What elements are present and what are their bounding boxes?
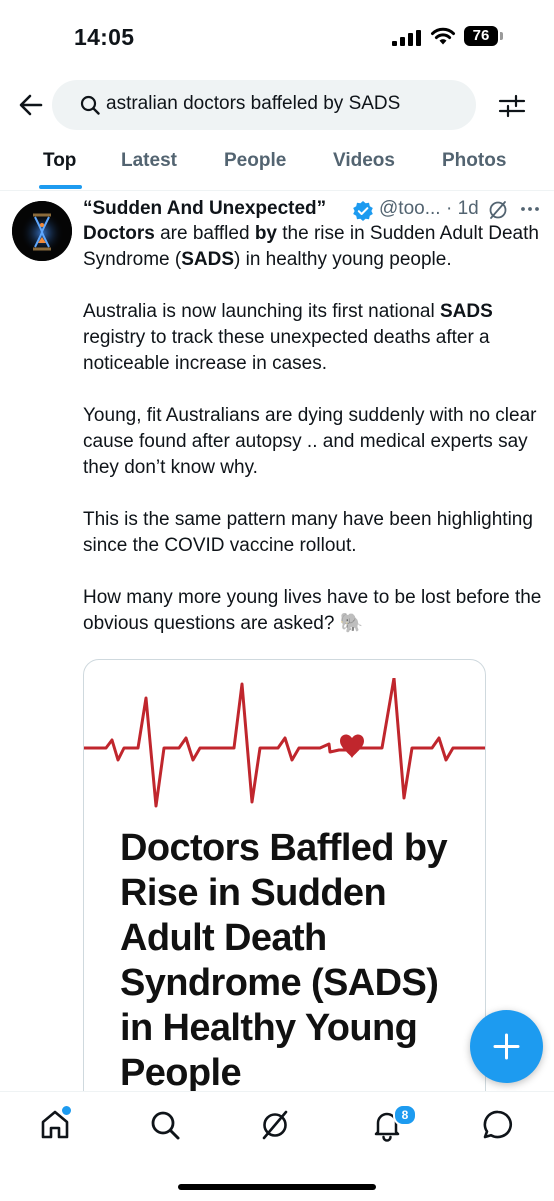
tab-people[interactable]: People xyxy=(224,150,286,172)
grok-nav-icon[interactable] xyxy=(258,1108,292,1142)
plus-icon xyxy=(493,1033,520,1060)
battery-indicator: 76 xyxy=(464,26,498,46)
tab-top[interactable]: Top xyxy=(43,150,76,172)
wifi-icon xyxy=(431,27,455,45)
home-notification-dot xyxy=(60,1104,73,1117)
author-name[interactable]: “Sudden And Unexpected” xyxy=(83,198,326,220)
tweet-time: · 1d xyxy=(446,198,479,219)
status-bar: 14:05 76 xyxy=(0,0,554,70)
text: ) in healthy young people. xyxy=(234,249,452,270)
battery-tip xyxy=(500,32,503,40)
tab-photos[interactable]: Photos xyxy=(442,150,506,172)
author-avatar[interactable] xyxy=(12,201,72,261)
search-icon xyxy=(80,95,100,115)
author-handle[interactable]: @too... xyxy=(379,198,441,220)
tweet-paragraph: This is the same pattern many have been … xyxy=(83,509,533,556)
bold-text: SADS xyxy=(181,249,234,270)
explore-icon[interactable] xyxy=(148,1108,182,1142)
grok-icon[interactable] xyxy=(487,199,509,221)
search-tabs: Top Latest People Videos Photos xyxy=(0,140,554,191)
messages-icon[interactable] xyxy=(481,1108,515,1142)
tweet-paragraph: Australia is now launching its first nat… xyxy=(83,299,545,377)
bold-text: SADS xyxy=(439,301,493,322)
search-input[interactable]: astralian doctors baffeled by SADS xyxy=(52,80,476,130)
tweet-media-image[interactable]: Doctors Baffled by Rise in Sudden Adult … xyxy=(83,659,486,1131)
tweet-paragraph: Doctors are baffled by the rise in Sudde… xyxy=(83,221,545,273)
tab-videos[interactable]: Videos xyxy=(333,150,395,172)
tweet-paragraph: Young, fit Australians are dying suddenl… xyxy=(83,405,537,478)
more-icon[interactable] xyxy=(519,198,541,220)
signal-icon xyxy=(392,30,421,46)
compose-button[interactable] xyxy=(470,1010,543,1083)
bold-text: by xyxy=(254,223,277,244)
search-row: astralian doctors baffeled by SADS xyxy=(0,80,554,130)
bottom-navigation: 8 xyxy=(0,1091,554,1201)
bold-text: Doctors xyxy=(83,223,155,244)
tab-latest[interactable]: Latest xyxy=(121,150,177,172)
verified-icon xyxy=(353,201,373,221)
home-indicator xyxy=(178,1184,376,1190)
text: are baffled xyxy=(154,223,255,244)
active-tab-indicator xyxy=(39,185,82,189)
media-headline: Doctors Baffled by Rise in Sudden Adult … xyxy=(120,827,448,1094)
tweet-paragraph: How many more young lives have to be los… xyxy=(83,587,542,634)
heartbeat-line-graphic xyxy=(84,678,485,808)
notifications-badge: 8 xyxy=(393,1104,417,1126)
status-time: 14:05 xyxy=(74,24,135,50)
back-arrow-icon[interactable] xyxy=(18,92,44,118)
tweet-text: Doctors are baffled by the rise in Sudde… xyxy=(83,221,545,663)
text: Australia is now launching its first nat… xyxy=(83,301,440,322)
hourglass-avatar-image xyxy=(12,201,72,261)
search-query: astralian doctors baffeled by SADS xyxy=(106,93,401,114)
filter-icon[interactable] xyxy=(498,92,526,120)
text: registry to track these unexpected death… xyxy=(83,327,490,374)
